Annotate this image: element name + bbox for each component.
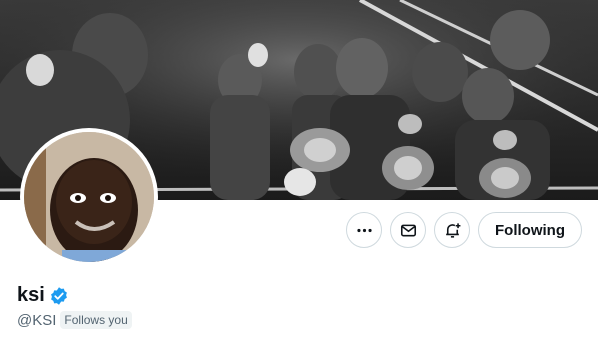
following-button[interactable]: Following xyxy=(478,212,582,248)
bell-plus-icon xyxy=(445,222,460,238)
more-button[interactable] xyxy=(346,212,382,248)
verified-badge-icon[interactable] xyxy=(49,286,69,306)
profile-handle-row: @KSI Follows you xyxy=(17,311,132,329)
profile-actions: Following xyxy=(346,212,582,248)
profile-name-row: ksi xyxy=(17,284,69,307)
notifications-button[interactable] xyxy=(434,212,470,248)
more-horizontal-icon xyxy=(356,228,372,232)
display-name: ksi xyxy=(17,284,45,306)
avatar-image xyxy=(24,132,154,262)
message-button[interactable] xyxy=(390,212,426,248)
follows-you-badge: Follows you xyxy=(60,311,132,329)
profile-avatar[interactable] xyxy=(20,128,158,266)
envelope-icon xyxy=(400,224,416,236)
user-handle: @KSI xyxy=(17,311,57,329)
